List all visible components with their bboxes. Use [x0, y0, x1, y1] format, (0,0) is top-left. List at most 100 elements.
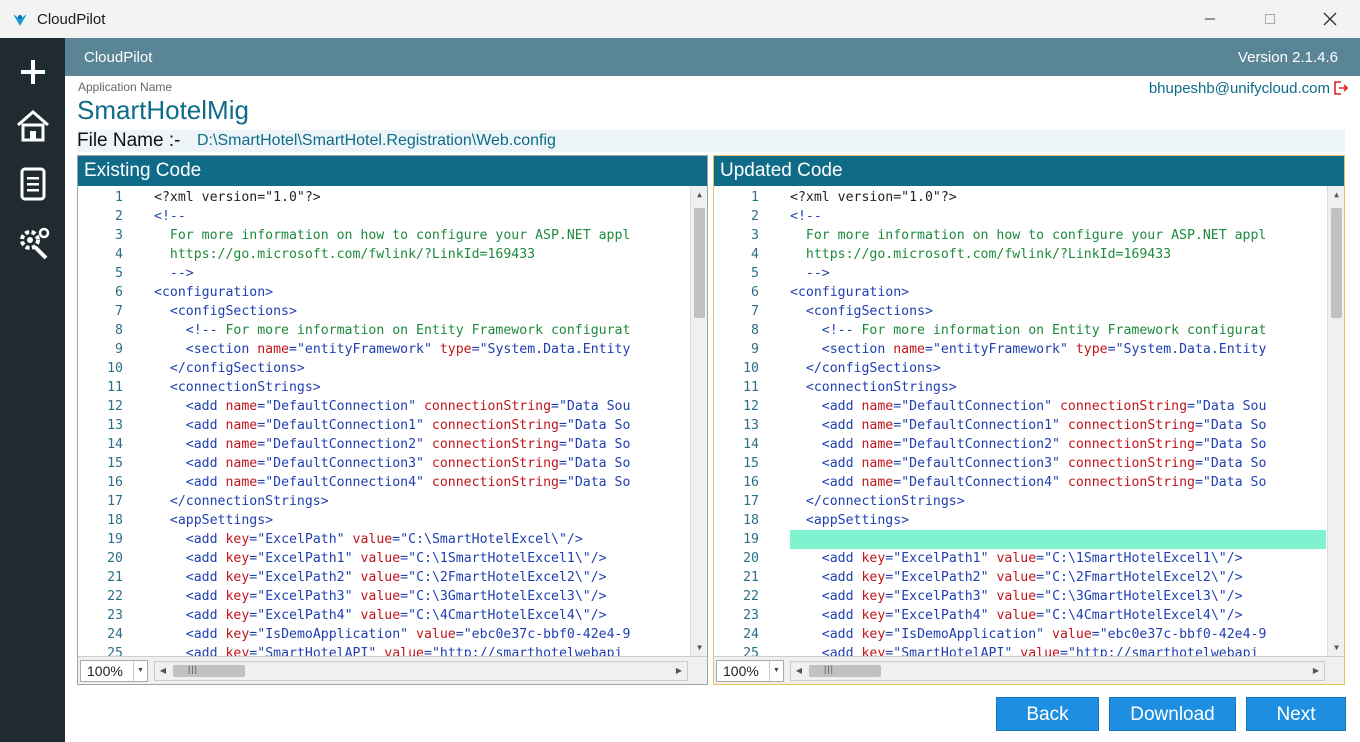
line-number: 4 — [115, 247, 123, 262]
code-line: 23 <add key="ExcelPath4" value="C:\4Cmar… — [714, 606, 1326, 625]
maximize-icon[interactable] — [1240, 0, 1300, 38]
code-token: = — [1060, 646, 1068, 656]
application-name-label: Application Name — [78, 80, 173, 94]
code-token: <add — [154, 475, 226, 490]
code-line: 1 <?xml version="1.0"?> — [78, 188, 690, 207]
code-token: "C:\4CmartHotelExcel4\"/> — [1044, 608, 1243, 623]
code-token: "http://smarthotelwebapi — [431, 646, 623, 656]
code-token: key — [225, 646, 250, 656]
code-token: name — [893, 342, 925, 357]
scroll-thumb[interactable] — [809, 665, 881, 677]
code-token: "SmartHotelAPI" — [257, 646, 385, 656]
existing-zoom-select[interactable]: 100% ▼ — [80, 660, 148, 682]
code-token: key — [225, 551, 250, 566]
code-text: <!-- — [154, 207, 186, 226]
code-token: name — [861, 437, 894, 452]
code-text: <add key="ExcelPath" value="C:\SmartHote… — [154, 530, 583, 549]
grip-icon: ||| — [188, 664, 199, 674]
updated-horizontal-scrollbar[interactable]: ◀ ||| ▶ — [790, 661, 1325, 681]
home-button[interactable] — [0, 101, 65, 151]
code-line: 1 <?xml version="1.0"?> — [714, 188, 1326, 207]
code-token: "IsDemoApplication" — [257, 627, 417, 642]
scroll-thumb[interactable] — [694, 208, 705, 318]
code-line: 16 <add name="DefaultConnection4" connec… — [714, 473, 1326, 492]
code-text: https://go.microsoft.com/fwlink/?LinkId=… — [790, 245, 1171, 264]
chevron-down-icon[interactable]: ▼ — [769, 661, 783, 681]
line-number: 20 — [107, 551, 123, 566]
code-text: </configSections> — [154, 359, 305, 378]
code-token: = — [1036, 589, 1045, 604]
code-token: "ExcelPath2" — [257, 570, 361, 585]
code-token: = — [893, 456, 902, 471]
settings-button[interactable] — [0, 218, 65, 268]
code-text: <add key="ExcelPath4" value="C:\4CmartHo… — [790, 606, 1243, 625]
file-path: D:\SmartHotel\SmartHotel.Registration\We… — [197, 132, 556, 149]
code-text: https://go.microsoft.com/fwlink/?LinkId=… — [154, 245, 535, 264]
line-number: 1 — [115, 190, 123, 205]
line-number: 7 — [751, 304, 759, 319]
line-number: 5 — [115, 266, 123, 281]
existing-vertical-scrollbar[interactable]: ▲ ▼ — [690, 186, 707, 656]
code-text: <add key="ExcelPath3" value="C:\3GmartHo… — [790, 587, 1243, 606]
application-name: SmartHotelMig — [77, 95, 249, 125]
scroll-right-icon[interactable]: ▶ — [1308, 662, 1324, 680]
document-button[interactable] — [0, 159, 65, 209]
logout-icon[interactable] — [1332, 80, 1348, 96]
line-number: 14 — [743, 437, 759, 452]
code-token: "DefaultConnection" — [901, 399, 1060, 414]
scroll-down-icon[interactable]: ▼ — [1328, 639, 1344, 656]
cloudpilot-logo-icon — [13, 14, 27, 26]
download-button[interactable]: Download — [1109, 697, 1236, 731]
scroll-thumb[interactable] — [1331, 208, 1342, 318]
scroll-down-icon[interactable]: ▼ — [691, 639, 707, 656]
code-token: = — [257, 399, 266, 414]
code-token: = — [288, 342, 297, 357]
code-token: "DefaultConnection1" — [901, 418, 1068, 433]
user-email: bhupeshb@unifycloud.com — [1148, 80, 1330, 97]
code-line: 12 <add name="DefaultConnection" connect… — [78, 397, 690, 416]
code-token: = — [257, 437, 266, 452]
code-token: connectionString — [431, 437, 559, 452]
code-token: "C:\1SmartHotelExcel1\"/> — [408, 551, 607, 566]
code-token: "ExcelPath4" — [257, 608, 361, 623]
back-button[interactable]: Back — [996, 697, 1099, 731]
code-token: value — [384, 646, 424, 656]
code-token: connectionString — [1067, 437, 1195, 452]
line-number: 24 — [743, 627, 759, 642]
updated-code-editor[interactable]: 1 <?xml version="1.0"?> 2 <!-- 3 For more in… — [714, 186, 1344, 656]
minimize-icon[interactable] — [1180, 0, 1240, 38]
code-token: <section — [154, 342, 258, 357]
code-text: <add key="ExcelPath3" value="C:\3GmartHo… — [154, 587, 607, 606]
code-token: "DefaultConnection" — [265, 399, 424, 414]
existing-horizontal-scrollbar[interactable]: ◀ ||| ▶ — [154, 661, 688, 681]
add-new-button[interactable] — [0, 47, 65, 97]
scroll-thumb[interactable] — [173, 665, 245, 677]
code-text: <configuration> — [790, 283, 909, 302]
scroll-up-icon[interactable]: ▲ — [691, 186, 707, 203]
scroll-up-icon[interactable]: ▲ — [1328, 186, 1344, 203]
close-icon[interactable] — [1300, 0, 1360, 38]
line-number: 10 — [743, 361, 759, 376]
line-number: 23 — [107, 608, 123, 623]
code-line: 3 For more information on how to configu… — [78, 226, 690, 245]
code-token: connectionString — [1067, 418, 1195, 433]
code-token: = — [551, 399, 559, 414]
code-text: <configSections> — [790, 302, 933, 321]
scroll-left-icon[interactable]: ◀ — [155, 662, 171, 680]
updated-vertical-scrollbar[interactable]: ▲ ▼ — [1327, 186, 1344, 656]
file-name-row: File Name :- D:\SmartHotel\SmartHotel.Re… — [77, 130, 1345, 152]
code-text: <add name="DefaultConnection4" connectio… — [154, 473, 631, 492]
code-token: <add — [154, 627, 226, 642]
code-token: key — [861, 570, 886, 585]
chevron-down-icon[interactable]: ▼ — [133, 661, 147, 681]
code-token: <add — [790, 475, 862, 490]
existing-code-editor[interactable]: 1 <?xml version="1.0"?> 2 <!-- 3 For more in… — [78, 186, 707, 656]
scroll-right-icon[interactable]: ▶ — [671, 662, 687, 680]
scroll-left-icon[interactable]: ◀ — [791, 662, 807, 680]
code-token: = — [558, 418, 567, 433]
code-token: = — [924, 342, 933, 357]
next-button[interactable]: Next — [1246, 697, 1346, 731]
code-line: 24 <add key="IsDemoApplication" value="e… — [714, 625, 1326, 644]
updated-zoom-select[interactable]: 100% ▼ — [716, 660, 784, 682]
code-token: value — [360, 551, 401, 566]
